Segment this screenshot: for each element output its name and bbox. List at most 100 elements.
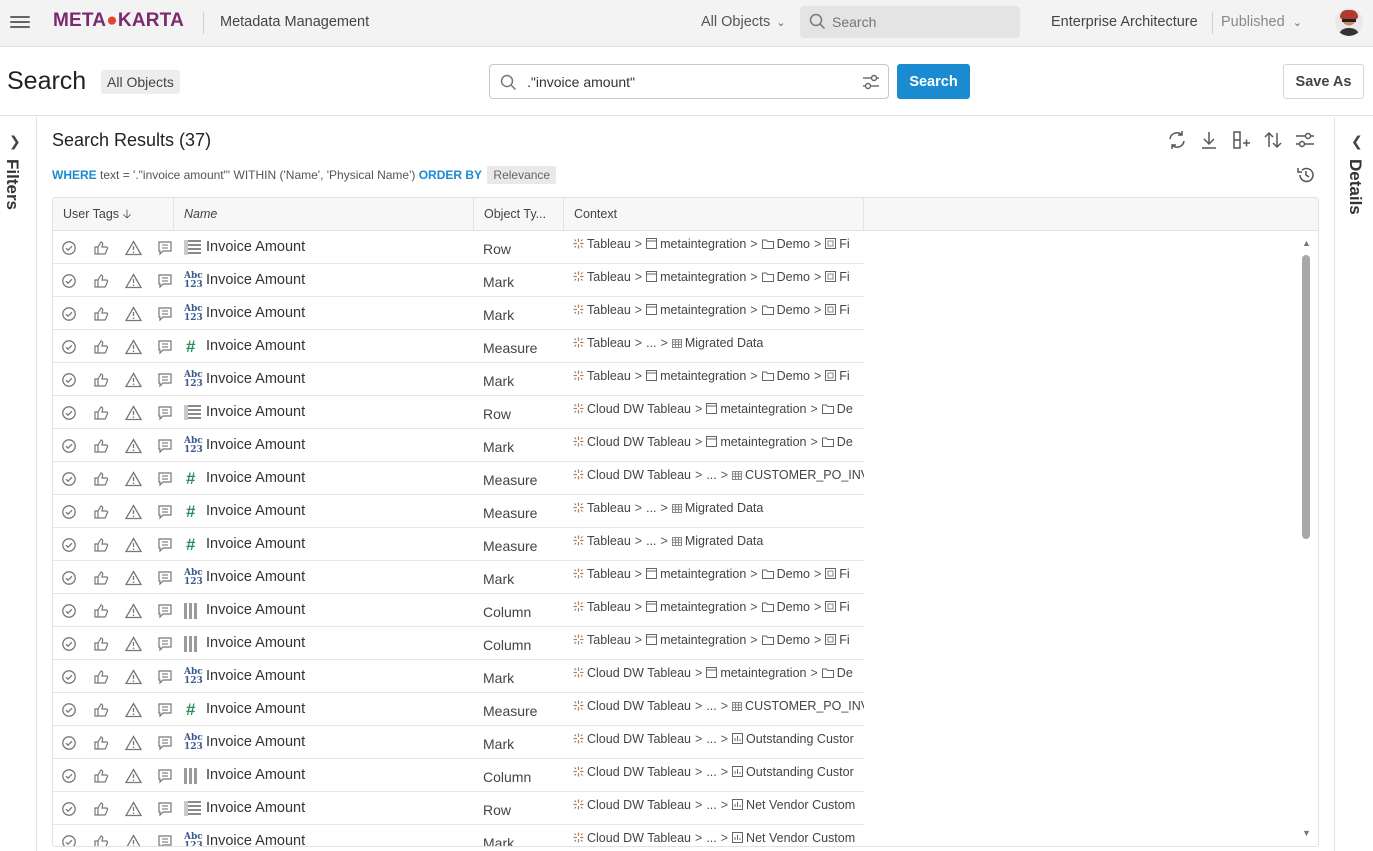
warning-icon[interactable] <box>125 734 157 751</box>
context-segment[interactable]: ... <box>646 336 656 350</box>
certified-icon[interactable] <box>61 734 93 751</box>
object-name-link[interactable]: Invoice Amount <box>206 767 305 783</box>
context-segment[interactable]: Tableau <box>573 237 631 251</box>
chevron-right-icon[interactable]: ❯ <box>9 133 21 150</box>
thumbs-up-icon[interactable] <box>93 635 125 652</box>
warning-icon[interactable] <box>125 767 157 784</box>
object-name-link[interactable]: Invoice Amount <box>206 503 305 519</box>
warning-icon[interactable] <box>125 371 157 388</box>
thumbs-up-icon[interactable] <box>93 701 125 718</box>
object-name-link[interactable]: Invoice Amount <box>206 734 305 750</box>
warning-icon[interactable] <box>125 536 157 553</box>
context-segment[interactable]: metaintegration <box>646 303 746 317</box>
context-segment[interactable]: CUSTOMER_PO_INV <box>732 468 864 482</box>
table-row[interactable]: Abc 123 Invoice Amount Mark Cloud DW Tableau… <box>53 825 864 846</box>
scope-select[interactable]: All Objects ⌄ <box>701 14 786 30</box>
context-segment[interactable]: metaintegration <box>706 666 806 680</box>
download-icon[interactable] <box>1198 129 1220 151</box>
object-name-link[interactable]: Invoice Amount <box>206 239 305 255</box>
object-name-link[interactable]: Invoice Amount <box>206 338 305 354</box>
thumbs-up-icon[interactable] <box>93 569 125 586</box>
warning-icon[interactable] <box>125 470 157 487</box>
thumbs-up-icon[interactable] <box>93 800 125 817</box>
warning-icon[interactable] <box>125 272 157 289</box>
query-input[interactable] <box>527 72 847 92</box>
order-by-value[interactable]: Relevance <box>487 166 557 184</box>
scrollbar[interactable]: ▲ ▼ <box>1300 238 1314 838</box>
certified-icon[interactable] <box>61 503 93 520</box>
certified-icon[interactable] <box>61 668 93 685</box>
table-row[interactable]: Invoice Amount Row Cloud DW Tableau > metain… <box>53 396 864 429</box>
refresh-icon[interactable] <box>1166 129 1188 151</box>
context-segment[interactable]: Demo <box>761 369 810 383</box>
table-row[interactable]: Invoice Amount Column Cloud DW Tableau >...… <box>53 759 864 792</box>
warning-icon[interactable] <box>125 437 157 454</box>
context-segment[interactable]: ... <box>706 468 716 482</box>
filters-panel-collapsed[interactable]: ❯ Filters <box>0 117 37 851</box>
context-segment[interactable]: Fi <box>825 600 850 614</box>
context-segment[interactable]: Tableau <box>573 633 631 647</box>
scroll-down-arrow[interactable]: ▼ <box>1302 828 1311 838</box>
object-name-link[interactable]: Invoice Amount <box>206 569 305 585</box>
filters-label[interactable]: Filters <box>2 159 22 210</box>
details-panel-collapsed[interactable]: ❮ Details <box>1334 117 1373 851</box>
table-row[interactable]: Abc 123 Invoice Amount Mark Cloud DW Tableau… <box>53 660 864 693</box>
certified-icon[interactable] <box>61 272 93 289</box>
table-row[interactable]: Abc 123 Invoice Amount Mark Tableau > metainte… <box>53 264 864 297</box>
context-segment[interactable]: Tableau <box>573 567 631 581</box>
thumbs-up-icon[interactable] <box>93 437 125 454</box>
certified-icon[interactable] <box>61 635 93 652</box>
thumbs-up-icon[interactable] <box>93 404 125 421</box>
column-header-object-type[interactable]: Object Ty... <box>474 198 564 231</box>
context-segment[interactable]: De <box>821 402 853 416</box>
context-segment[interactable]: Demo <box>761 600 810 614</box>
thumbs-up-icon[interactable] <box>93 833 125 846</box>
warning-icon[interactable] <box>125 404 157 421</box>
certified-icon[interactable] <box>61 701 93 718</box>
table-row[interactable]: # Invoice Amount Measure Tableau >... > Migrat… <box>53 330 864 363</box>
object-name-link[interactable]: Invoice Amount <box>206 833 305 846</box>
save-as-button[interactable]: Save As <box>1283 64 1364 99</box>
thumbs-up-icon[interactable] <box>93 371 125 388</box>
architecture-name[interactable]: Enterprise Architecture <box>1051 14 1198 30</box>
table-row[interactable]: Abc 123 Invoice Amount Mark Cloud DW Tableau… <box>53 429 864 462</box>
sort-icon[interactable] <box>1262 129 1284 151</box>
certified-icon[interactable] <box>61 833 93 846</box>
add-column-icon[interactable] <box>1230 129 1252 151</box>
object-name-link[interactable]: Invoice Amount <box>206 272 305 288</box>
warning-icon[interactable] <box>125 239 157 256</box>
warning-icon[interactable] <box>125 602 157 619</box>
context-segment[interactable]: ... <box>706 699 716 713</box>
context-segment[interactable]: metaintegration <box>646 270 746 284</box>
chevron-left-icon[interactable]: ❮ <box>1351 133 1363 150</box>
certified-icon[interactable] <box>61 404 93 421</box>
context-segment[interactable]: Tableau <box>573 600 631 614</box>
context-segment[interactable]: Tableau <box>573 501 631 515</box>
context-segment[interactable]: metaintegration <box>706 435 806 449</box>
context-segment[interactable]: ... <box>706 831 716 845</box>
context-segment[interactable]: Cloud DW Tableau <box>573 699 691 713</box>
thumbs-up-icon[interactable] <box>93 470 125 487</box>
table-row[interactable]: Invoice Amount Column Tableau > metaintegrat… <box>53 594 864 627</box>
column-header-user-tags[interactable]: User Tags 🡣 <box>53 198 174 231</box>
context-segment[interactable]: ... <box>646 501 656 515</box>
warning-icon[interactable] <box>125 338 157 355</box>
context-segment[interactable]: Fi <box>825 567 850 581</box>
warning-icon[interactable] <box>125 569 157 586</box>
object-name-link[interactable]: Invoice Amount <box>206 470 305 486</box>
thumbs-up-icon[interactable] <box>93 305 125 322</box>
object-name-link[interactable]: Invoice Amount <box>206 635 305 651</box>
details-label[interactable]: Details <box>1345 159 1365 215</box>
table-row[interactable]: Abc 123 Invoice Amount Mark Cloud DW Tableau… <box>53 726 864 759</box>
object-name-link[interactable]: Invoice Amount <box>206 800 305 816</box>
user-avatar[interactable] <box>1335 8 1363 36</box>
context-segment[interactable]: De <box>821 435 853 449</box>
version-status-select[interactable]: Published ⌄ <box>1221 14 1302 30</box>
history-icon[interactable] <box>1296 165 1316 190</box>
context-segment[interactable]: Migrated Data <box>671 534 763 548</box>
thumbs-up-icon[interactable] <box>93 338 125 355</box>
context-segment[interactable]: metaintegration <box>646 369 746 383</box>
context-segment[interactable]: metaintegration <box>646 567 746 581</box>
context-segment[interactable]: CUSTOMER_PO_INV <box>732 699 864 713</box>
table-row[interactable]: # Invoice Amount Measure Tableau >... > Migrat… <box>53 495 864 528</box>
